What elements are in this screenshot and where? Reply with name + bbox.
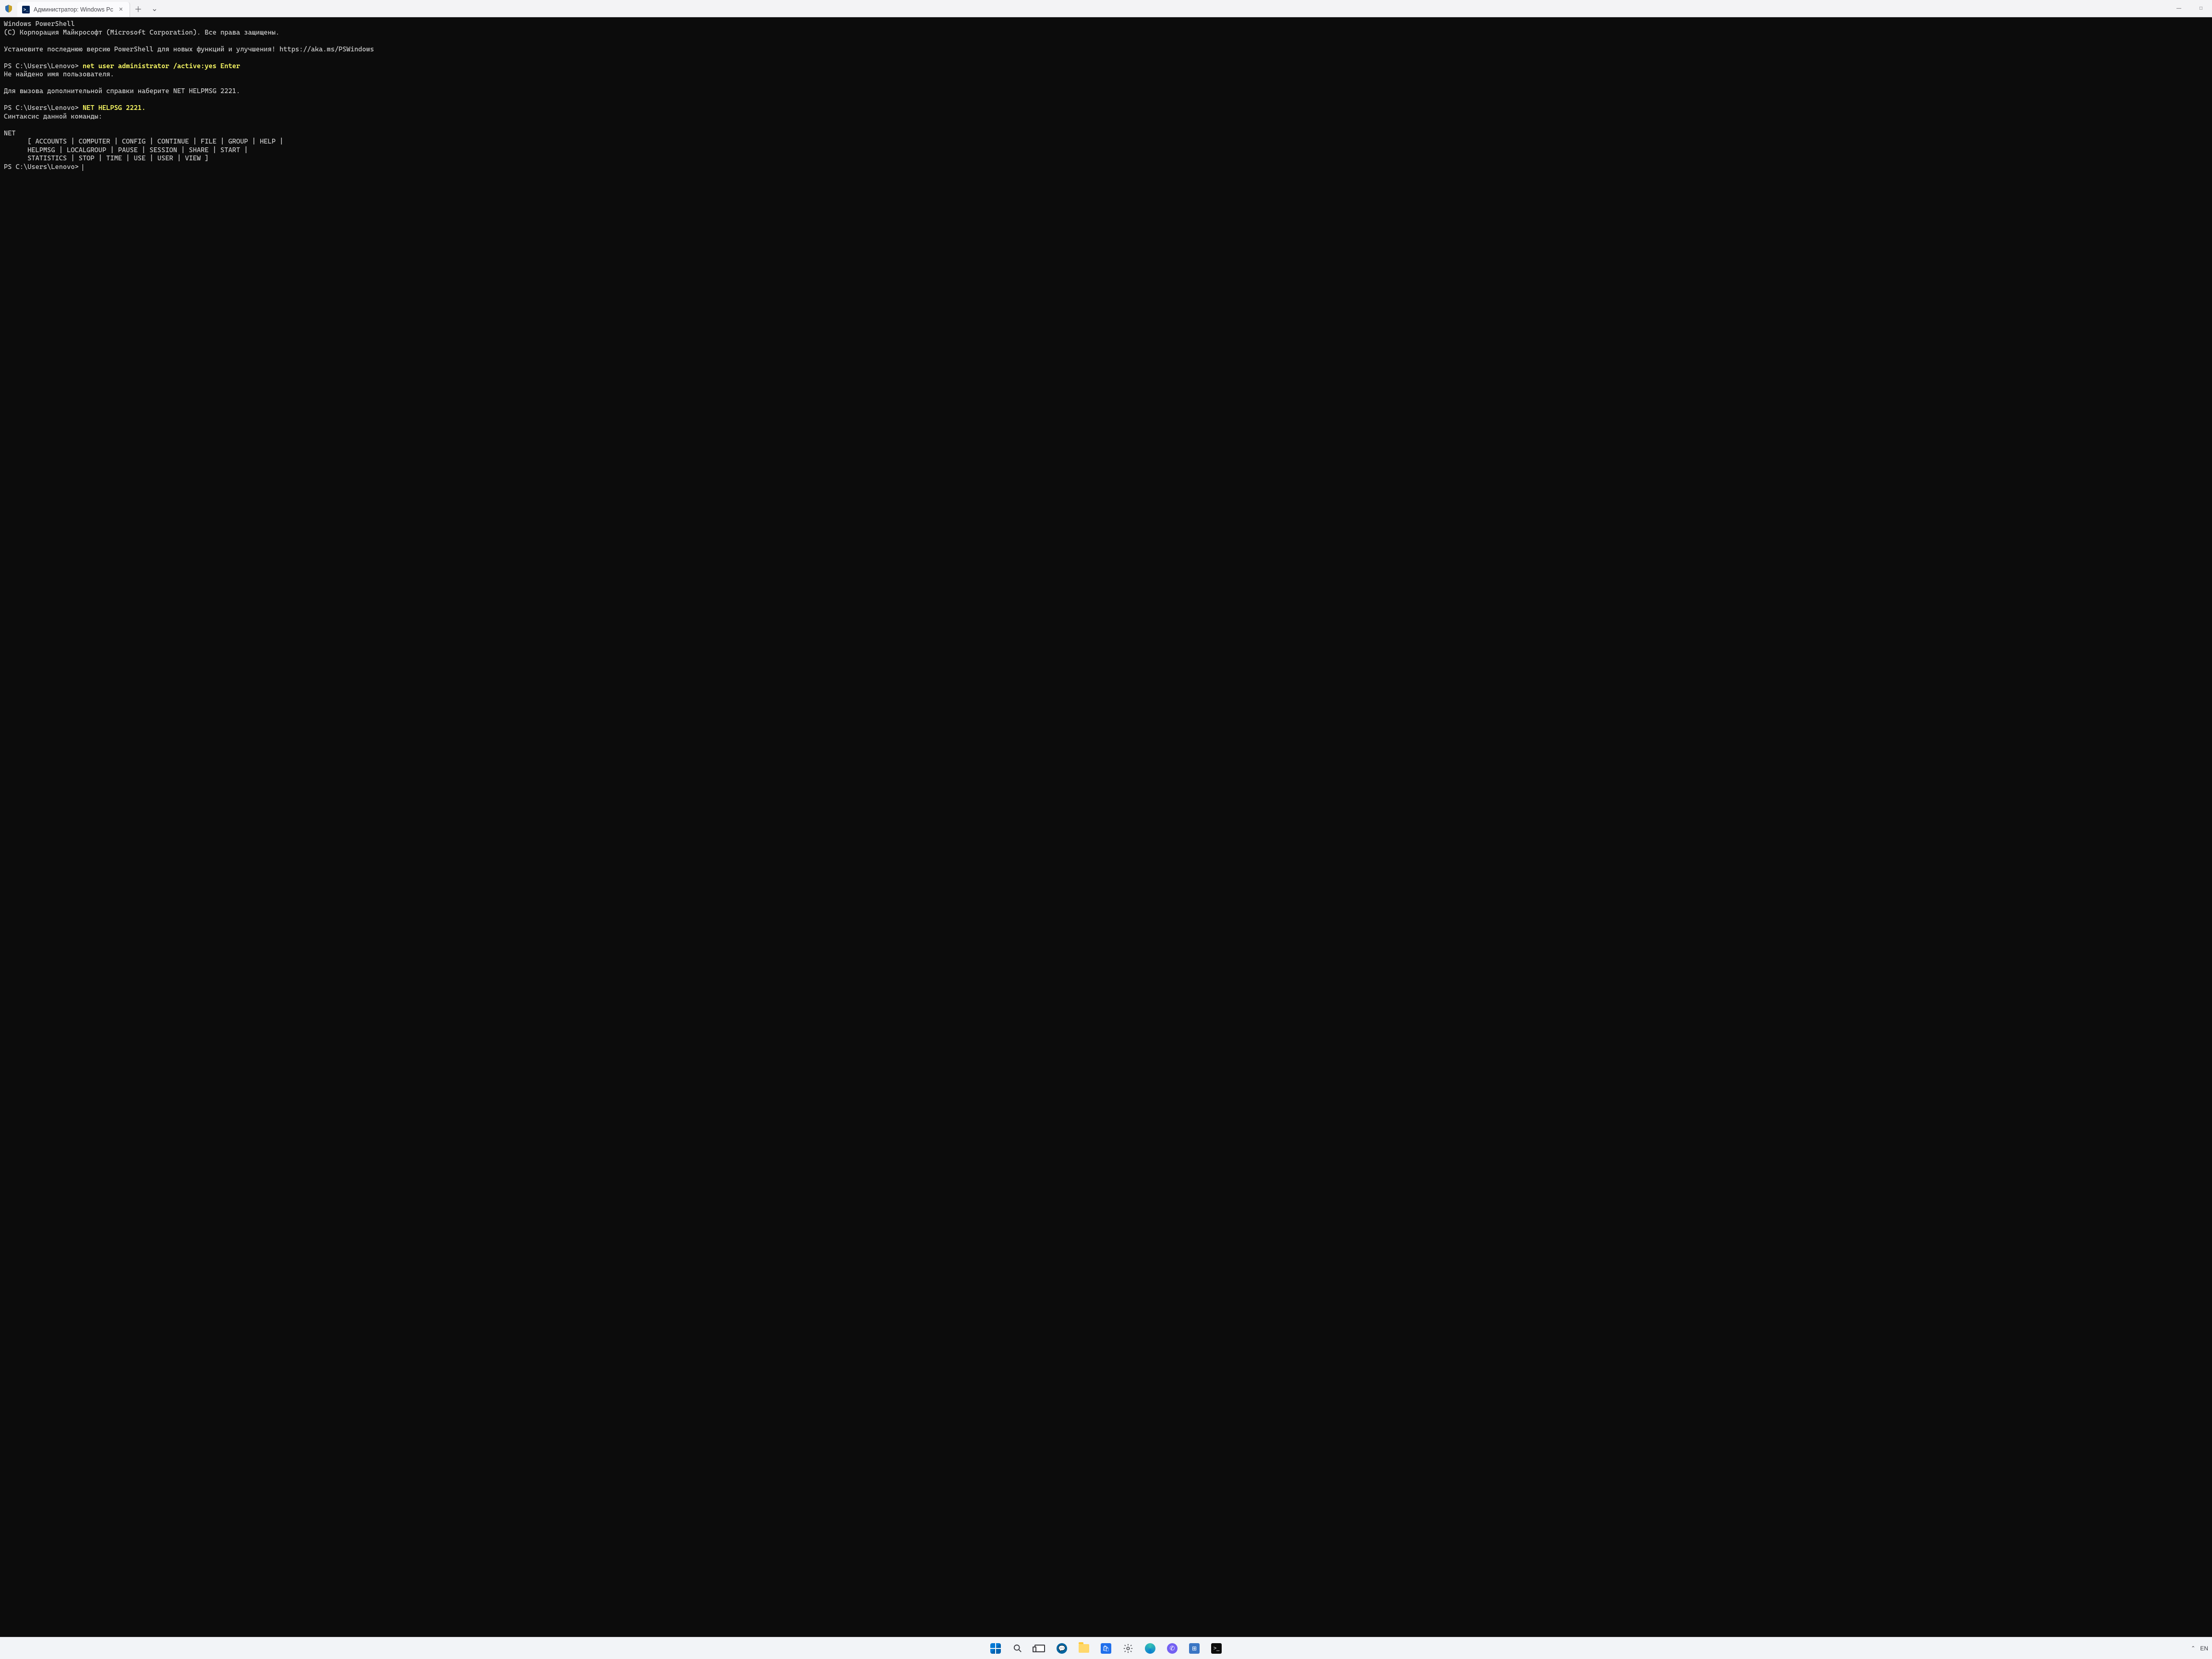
terminal-icon: >_ (1211, 1643, 1222, 1654)
terminal-line: HELPMSG | LOCALGROUP | PAUSE | SESSION |… (4, 146, 248, 154)
taskbar-terminal[interactable]: >_ (1207, 1639, 1226, 1658)
viber-icon: ✆ (1167, 1643, 1178, 1654)
folder-icon (1079, 1644, 1089, 1653)
terminal-line: Не найдено имя пользователя. (4, 71, 114, 78)
gear-icon (1122, 1643, 1134, 1654)
terminal-line: Windows PowerShell (4, 20, 75, 28)
powershell-icon: >_ (22, 6, 30, 13)
prompt: PS C:\Users\Lenovo> (4, 104, 83, 112)
window-maximize-button[interactable]: □ (2190, 0, 2212, 17)
taskbar-viber[interactable]: ✆ (1163, 1639, 1182, 1658)
search-icon (1012, 1643, 1023, 1654)
window-minimize-button[interactable]: — (2168, 0, 2190, 17)
prompt: PS C:\Users\Lenovo> (4, 163, 83, 171)
windows-start-icon (990, 1643, 1001, 1654)
chat-icon: 💬 (1057, 1643, 1067, 1654)
terminal-line: Синтаксис данной команды: (4, 113, 102, 120)
uac-shield-icon (0, 0, 17, 17)
taskbar-edge[interactable] (1141, 1639, 1160, 1658)
task-view-icon (1034, 1645, 1045, 1652)
store-icon: 🛍 (1101, 1643, 1111, 1654)
terminal-line: NET (4, 130, 16, 137)
taskbar-calculator[interactable]: ⊞ (1185, 1639, 1204, 1658)
terminal-line: Установите последнюю версию PowerShell д… (4, 46, 374, 53)
command-input: NET HELPSG 2221. (83, 104, 145, 112)
new-tab-button[interactable]: ＋ (130, 0, 146, 17)
start-button[interactable] (986, 1639, 1005, 1658)
taskbar-search[interactable] (1008, 1639, 1027, 1658)
tray-expand-button[interactable]: ⌃ (2191, 1645, 2195, 1651)
tab-powershell[interactable]: >_ Администратор: Windows Pc ✕ (17, 2, 130, 17)
terminal-line: Для вызова дополнительной справки набери… (4, 87, 240, 95)
taskbar: 💬 🛍 ✆ ⊞ >_ ⌃ EN (0, 1637, 2212, 1659)
taskbar-app-1[interactable] (1118, 1639, 1138, 1658)
terminal-body[interactable]: Windows PowerShell (C) Корпорация Майкро… (0, 17, 2212, 1637)
prompt: PS C:\Users\Lenovo> (4, 62, 83, 70)
tab-dropdown-button[interactable]: ⌄ (146, 0, 163, 17)
task-view-button[interactable] (1030, 1639, 1049, 1658)
taskbar-file-explorer[interactable] (1074, 1639, 1094, 1658)
taskbar-store[interactable]: 🛍 (1096, 1639, 1116, 1658)
input-language-indicator[interactable]: EN (2200, 1645, 2208, 1652)
edge-icon (1145, 1643, 1155, 1654)
tab-close-button[interactable]: ✕ (117, 6, 125, 13)
terminal-line: [ ACCOUNTS | COMPUTER | CONFIG | CONTINU… (4, 138, 283, 145)
terminal-line: (C) Корпорация Майкрософт (Microsoft Cor… (4, 29, 279, 36)
command-input: net user administrator /active:yes Enter (83, 62, 240, 70)
taskbar-chat[interactable]: 💬 (1052, 1639, 1071, 1658)
calculator-icon: ⊞ (1189, 1643, 1200, 1654)
titlebar-drag-region[interactable] (163, 0, 2168, 17)
system-tray: ⌃ EN (2191, 1645, 2208, 1652)
terminal-line: STATISTICS | STOP | TIME | USE | USER | … (4, 155, 209, 162)
tab-title: Администратор: Windows Pc (34, 6, 113, 13)
titlebar: >_ Администратор: Windows Pc ✕ ＋ ⌄ — □ (0, 0, 2212, 17)
